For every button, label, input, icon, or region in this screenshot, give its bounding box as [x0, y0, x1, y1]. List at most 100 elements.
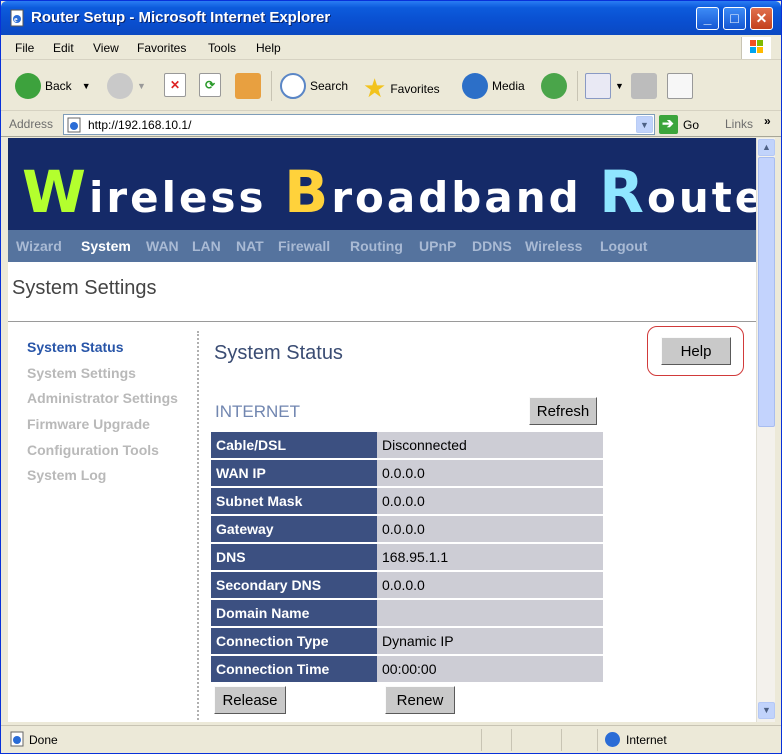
chevron-right-icon[interactable]: » [764, 114, 771, 128]
status-value: 0.0.0.0 [377, 516, 603, 542]
go-button[interactable]: ➔ Go [659, 115, 699, 134]
media-label: Media [492, 79, 525, 93]
edit-page-icon [667, 73, 693, 99]
minimize-button[interactable]: _ [696, 7, 719, 30]
status-separator [597, 729, 598, 751]
back-arrow-icon [15, 73, 41, 99]
forward-button[interactable]: ▼ [107, 73, 146, 99]
status-value: 0.0.0.0 [377, 572, 603, 598]
address-dropdown-button[interactable]: ▼ [636, 116, 653, 133]
search-label: Search [310, 79, 349, 93]
nav-logout[interactable]: Logout [600, 238, 647, 254]
ie-page-icon: e [10, 9, 24, 27]
status-separator [561, 729, 562, 751]
nav-lan[interactable]: LAN [192, 238, 221, 254]
address-input[interactable]: http://192.168.10.1/ ▼ [63, 114, 655, 135]
toolbar-separator [271, 71, 272, 101]
status-value: 00:00:00 [377, 656, 603, 682]
close-button[interactable]: ✕ [750, 7, 773, 30]
media-button[interactable]: Media [462, 73, 525, 99]
chevron-down-icon: ▼ [615, 81, 624, 91]
menu-view[interactable]: View [93, 41, 119, 55]
menu-help[interactable]: Help [256, 41, 281, 55]
status-value: 168.95.1.1 [377, 544, 603, 570]
stop-button[interactable]: ✕ [164, 73, 190, 97]
toolbar: Back ▼ ▼ ✕ ⟳ Search ★ Favorites Media ▼ [1, 61, 781, 111]
nav-ddns[interactable]: DDNS [472, 238, 512, 254]
menu-edit[interactable]: Edit [53, 41, 74, 55]
nav-wireless[interactable]: Wireless [525, 238, 582, 254]
chevron-down-icon: ▼ [640, 120, 649, 130]
status-value: Disconnected [377, 432, 603, 458]
chevron-down-icon: ▼ [137, 81, 146, 91]
windows-flag-icon [750, 40, 763, 53]
browser-window: e Router Setup - Microsoft Internet Expl… [0, 0, 782, 754]
refresh-page-button[interactable]: ⟳ [199, 73, 225, 97]
menu-favorites[interactable]: Favorites [137, 41, 186, 55]
title-bar: e Router Setup - Microsoft Internet Expl… [1, 1, 781, 35]
sidebar-item-administrator-settings[interactable]: Administrator Settings [27, 390, 178, 406]
mail-button[interactable]: ▼ [585, 73, 624, 99]
svg-text:e: e [14, 15, 18, 24]
forward-arrow-icon [107, 73, 133, 99]
status-value: 0.0.0.0 [377, 460, 603, 486]
router-logo: Wireless Broadband Router [22, 158, 756, 226]
status-label: Connection Type [211, 628, 377, 654]
refresh-button[interactable]: Refresh [529, 397, 597, 425]
section-title: System Status [214, 342, 343, 364]
scroll-up-button[interactable]: ▲ [758, 139, 775, 156]
vertical-scrollbar[interactable]: ▲ ▼ [756, 138, 775, 722]
status-label: Connection Time [211, 656, 377, 682]
history-icon [541, 73, 567, 99]
table-row: WAN IP 0.0.0.0 [211, 460, 603, 486]
chevron-up-icon: ▲ [762, 142, 771, 152]
nav-system[interactable]: System [81, 238, 131, 254]
history-button[interactable] [541, 73, 571, 99]
home-button[interactable] [235, 73, 265, 99]
sidebar-item-configuration-tools[interactable]: Configuration Tools [27, 442, 159, 458]
print-button[interactable] [631, 73, 661, 99]
toolbar-separator [577, 71, 578, 101]
go-label: Go [683, 117, 700, 132]
internet-status-table: Cable/DSL Disconnected WAN IP 0.0.0.0 Subnet… [211, 430, 603, 684]
status-label: Domain Name [211, 600, 377, 626]
main-nav: Wizard System WAN LAN NAT Firewall Routi… [8, 230, 756, 262]
maximize-button[interactable]: □ [723, 7, 746, 30]
sidebar-item-firmware-upgrade[interactable]: Firmware Upgrade [27, 416, 150, 432]
nav-wizard[interactable]: Wizard [16, 238, 62, 254]
address-url: http://192.168.10.1/ [88, 118, 192, 132]
status-separator [511, 729, 512, 751]
window-title: Router Setup - Microsoft Internet Explor… [31, 9, 331, 26]
release-button[interactable]: Release [214, 686, 286, 714]
search-button[interactable]: Search [280, 73, 348, 99]
status-bar: Done Internet [1, 725, 781, 753]
status-label: WAN IP [211, 460, 377, 486]
page-title: System Settings [12, 277, 157, 299]
status-label: Gateway [211, 516, 377, 542]
help-button[interactable]: Help [661, 337, 731, 365]
edit-button[interactable] [667, 73, 697, 99]
close-icon: ✕ [755, 10, 768, 26]
windows-logo [741, 37, 771, 59]
sidebar-item-system-status[interactable]: System Status [27, 339, 123, 355]
table-row: Domain Name [211, 600, 603, 626]
favorites-button[interactable]: ★ Favorites [363, 73, 440, 104]
stop-icon: ✕ [164, 73, 186, 97]
sidebar-item-system-log[interactable]: System Log [27, 467, 106, 483]
scroll-thumb[interactable] [758, 157, 775, 427]
back-button[interactable]: Back ▼ [15, 73, 91, 99]
nav-wan[interactable]: WAN [146, 238, 179, 254]
sidebar-item-system-settings[interactable]: System Settings [27, 365, 136, 381]
renew-button[interactable]: Renew [385, 686, 455, 714]
nav-upnp[interactable]: UPnP [419, 238, 456, 254]
scroll-down-button[interactable]: ▼ [758, 702, 775, 719]
nav-nat[interactable]: NAT [236, 238, 264, 254]
nav-firewall[interactable]: Firewall [278, 238, 330, 254]
menu-tools[interactable]: Tools [208, 41, 236, 55]
printer-icon [631, 73, 657, 99]
links-toolbar[interactable]: Links [725, 117, 753, 131]
menu-file[interactable]: File [15, 41, 34, 55]
table-row: Secondary DNS 0.0.0.0 [211, 572, 603, 598]
chevron-down-icon: ▼ [81, 81, 91, 91]
nav-routing[interactable]: Routing [350, 238, 403, 254]
